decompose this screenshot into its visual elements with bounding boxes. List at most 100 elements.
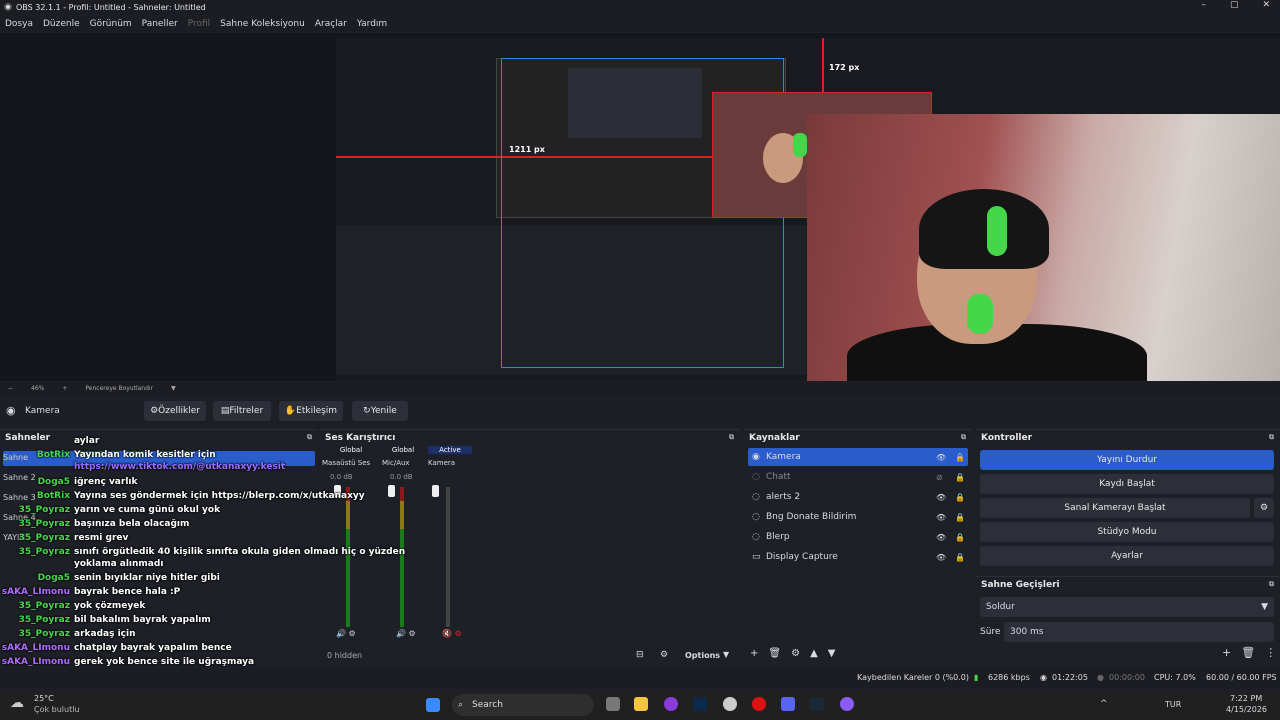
eye-icon[interactable]: 👁 xyxy=(936,493,946,502)
clock-time[interactable]: 7:22 PM xyxy=(1230,694,1262,703)
layout-icon[interactable]: ⊟ xyxy=(636,650,644,660)
weather-temp[interactable]: 25°C xyxy=(34,694,54,703)
undock-icon[interactable]: ⧉ xyxy=(1269,433,1274,442)
interact-button[interactable]: ✋ Etkileşim xyxy=(279,401,343,421)
source-item-kamera[interactable]: ◉ Kamera 👁 🔒 xyxy=(748,448,968,466)
eye-hidden-icon[interactable]: ⊘ xyxy=(936,473,943,482)
refresh-button[interactable]: ↻ Yenile xyxy=(352,401,408,421)
duration-value: 300 ms xyxy=(1010,627,1044,637)
source-item-alerts[interactable]: ◌ alerts 2 👁 🔒 xyxy=(748,488,968,506)
zoom-in-button[interactable]: + xyxy=(62,385,67,392)
menu-profile[interactable]: Profil xyxy=(188,19,210,29)
camera-feed[interactable] xyxy=(807,114,1280,381)
stop-streaming-button[interactable]: Yayını Durdur xyxy=(980,450,1274,470)
scene-item-selected[interactable] xyxy=(3,451,315,466)
task-view-icon[interactable] xyxy=(606,697,620,711)
lock-icon[interactable]: 🔒 xyxy=(955,473,965,482)
zoom-out-button[interactable]: − xyxy=(8,385,13,392)
zoom-bar: − 46% + Pencereye Boyutlandır ▼ xyxy=(0,382,1280,395)
file-explorer-icon[interactable] xyxy=(634,697,648,711)
discord-icon[interactable] xyxy=(781,697,795,711)
app-icon[interactable] xyxy=(664,697,678,711)
duration-stepper[interactable]: 300 ms xyxy=(1004,622,1274,642)
channel-name[interactable]: Masaüstü Ses xyxy=(322,459,370,467)
eye-icon[interactable]: 👁 xyxy=(936,553,946,562)
start-virtual-camera-button[interactable]: Sanal Kamerayı Başlat xyxy=(980,498,1250,518)
start-recording-button[interactable]: Kaydı Başlat xyxy=(980,474,1274,494)
advanced-audio-icon[interactable]: ⚙ xyxy=(660,650,668,660)
move-down-icon[interactable]: ▼ xyxy=(828,648,836,659)
menu-docks[interactable]: Paneller xyxy=(142,19,178,29)
channel-name[interactable]: Mic/Aux xyxy=(382,459,410,467)
source-item-chatt[interactable]: ◌ Chatt ⊘ 🔒 xyxy=(748,468,968,486)
volume-slider[interactable] xyxy=(432,485,439,497)
menu-file[interactable]: Dosya xyxy=(5,19,33,29)
remove-source-icon[interactable]: 🗑 xyxy=(768,648,781,659)
clock-date[interactable]: 4/15/2026 xyxy=(1226,705,1267,714)
channel-name[interactable]: Kamera xyxy=(428,459,455,467)
menu-scene-collection[interactable]: Sahne Koleksiyonu xyxy=(220,19,305,29)
properties-button[interactable]: ⚙ Özellikler xyxy=(144,401,206,421)
refresh-label: Yenile xyxy=(370,406,397,416)
opera-icon[interactable] xyxy=(752,697,766,711)
scene-item[interactable]: Sahne 2 xyxy=(3,473,36,482)
settings-button[interactable]: Ayarlar xyxy=(980,546,1274,566)
transition-select[interactable]: Soldur ▼ xyxy=(980,597,1274,617)
lock-icon[interactable]: 🔒 xyxy=(955,453,965,462)
undock-icon[interactable]: ⧉ xyxy=(729,433,734,442)
chevron-up-icon[interactable]: ^ xyxy=(1100,699,1108,709)
eye-icon[interactable]: 👁 xyxy=(936,513,946,522)
undock-icon[interactable]: ⧉ xyxy=(1269,580,1274,589)
lock-icon[interactable]: 🔒 xyxy=(955,513,965,522)
close-button[interactable]: ✕ xyxy=(1262,0,1270,10)
menu-tools[interactable]: Araçlar xyxy=(315,19,347,29)
lock-icon[interactable]: 🔒 xyxy=(955,533,965,542)
lock-icon[interactable]: 🔒 xyxy=(955,553,965,562)
source-item-display[interactable]: ▭ Display Capture 👁 🔒 xyxy=(748,548,968,566)
options-button[interactable]: Options xyxy=(685,651,720,660)
source-item-bng[interactable]: ◌ Bng Donate Bildirim 👁 🔒 xyxy=(748,508,968,526)
filters-button[interactable]: ▤ Filtreler xyxy=(213,401,271,421)
muted-icon[interactable]: 🔇 ⚙ xyxy=(442,629,462,638)
scene-item[interactable]: Sahne 4 xyxy=(3,513,36,522)
menu-view[interactable]: Görünüm xyxy=(90,19,132,29)
more-icon[interactable]: ⋮ xyxy=(1265,646,1276,659)
remove-transition-icon[interactable]: 🗑 xyxy=(1241,646,1255,659)
menu-help[interactable]: Yardım xyxy=(357,19,387,29)
taskbar-search[interactable]: ⌕ Search xyxy=(452,694,594,716)
studio-mode-button[interactable]: Stüdyo Modu xyxy=(980,522,1274,542)
volume-slider[interactable] xyxy=(334,485,341,497)
scene-item[interactable]: Sahne xyxy=(3,453,28,462)
zoom-level: 46% xyxy=(31,385,45,392)
weather-desc[interactable]: Çok bulutlu xyxy=(34,705,80,714)
undock-icon[interactable]: ⧉ xyxy=(307,433,312,442)
mute-icon[interactable]: 🔊 ⚙ xyxy=(396,629,416,638)
move-up-icon[interactable]: ▲ xyxy=(810,648,818,659)
eye-icon[interactable]: 👁 xyxy=(936,533,946,542)
scene-item[interactable]: Sahne 3 xyxy=(3,493,36,502)
chevron-down-icon[interactable]: ▼ xyxy=(171,385,176,392)
photoshop-icon[interactable] xyxy=(693,697,707,711)
chevron-down-icon[interactable]: ▼ xyxy=(723,650,729,659)
steam-icon[interactable] xyxy=(810,697,824,711)
app-icon[interactable] xyxy=(840,697,854,711)
add-source-icon[interactable]: + xyxy=(750,648,758,659)
source-properties-icon[interactable]: ⚙ xyxy=(791,648,800,659)
menu-edit[interactable]: Düzenle xyxy=(43,19,80,29)
vcam-settings-icon[interactable]: ⚙ xyxy=(1254,498,1274,518)
volume-slider[interactable] xyxy=(388,485,395,497)
mute-icon[interactable]: 🔊 ⚙ xyxy=(336,629,356,638)
undock-icon[interactable]: ⧉ xyxy=(961,433,966,442)
minimize-button[interactable]: – xyxy=(1201,0,1206,10)
language-indicator[interactable]: TUR xyxy=(1165,700,1181,709)
windows-start-icon[interactable] xyxy=(426,698,440,712)
eye-icon[interactable]: 👁 xyxy=(936,453,946,462)
scene-item[interactable]: YAYIN xyxy=(3,533,25,542)
source-item-blerp[interactable]: ◌ Blerp 👁 🔒 xyxy=(748,528,968,546)
hidden-count[interactable]: 0 hidden xyxy=(327,651,362,660)
lock-icon[interactable]: 🔒 xyxy=(955,493,965,502)
fit-label[interactable]: Pencereye Boyutlandır xyxy=(85,385,153,392)
add-transition-icon[interactable]: + xyxy=(1222,646,1231,659)
maximize-button[interactable]: ▢ xyxy=(1230,0,1239,10)
obs-taskbar-icon[interactable] xyxy=(723,697,737,711)
